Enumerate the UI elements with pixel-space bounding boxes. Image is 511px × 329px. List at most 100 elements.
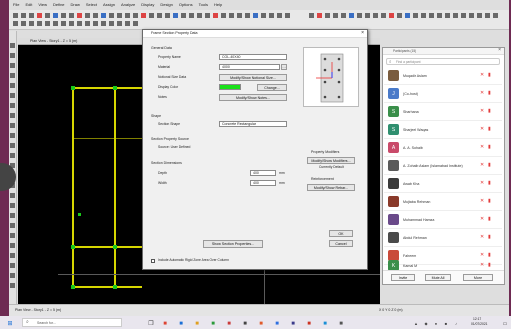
toolbar-icon[interactable] <box>165 13 170 18</box>
toolbar-icon[interactable] <box>125 13 130 18</box>
toolbar-icon[interactable] <box>29 13 34 18</box>
left-toolbar-icon[interactable] <box>10 233 15 238</box>
toolbar-icon[interactable] <box>493 13 498 18</box>
menu-define[interactable]: Define <box>53 3 65 7</box>
taskbar-app-icon[interactable]: ■ <box>240 318 250 329</box>
toolbar-icon[interactable] <box>181 13 186 18</box>
mic-muted-icon[interactable]: ✕ <box>480 263 484 268</box>
toolbar-icon[interactable] <box>93 21 98 26</box>
participant-row[interactable]: A. Zohaib Aslam (Islamabad Institute) ✕ … <box>384 157 502 175</box>
column-point[interactable] <box>71 86 75 90</box>
taskbar-app-icon[interactable]: ■ <box>256 318 266 329</box>
ok-button[interactable]: OK <box>329 230 353 237</box>
taskbar-app-icon[interactable]: ■ <box>176 318 186 329</box>
tray-icon[interactable]: ■ <box>442 318 450 329</box>
left-toolbar-icon[interactable] <box>10 103 15 108</box>
menu-options[interactable]: Options <box>179 3 193 7</box>
video-off-icon[interactable]: ▮ <box>488 91 491 96</box>
toolbar-icon[interactable] <box>477 13 482 18</box>
taskbar-app-icon[interactable]: ■ <box>320 318 330 329</box>
close-icon[interactable]: × <box>498 48 501 53</box>
toolbar-icon[interactable] <box>85 13 90 18</box>
dialog-titlebar[interactable]: Frame Section Property Data × <box>143 30 367 38</box>
invite-button[interactable]: Invite <box>391 274 415 281</box>
taskbar-app-icon[interactable]: ■ <box>304 318 314 329</box>
windows-start-icon[interactable]: ⊞ <box>4 318 16 329</box>
toolbar-icon[interactable] <box>325 13 330 18</box>
mic-muted-icon[interactable]: ✕ <box>480 217 484 222</box>
mic-muted-icon[interactable]: ✕ <box>480 181 484 186</box>
modify-modifiers-button[interactable]: Modify/Show Modifiers... <box>307 157 355 164</box>
width-input[interactable]: 400 <box>250 180 276 186</box>
toolbar-icon[interactable] <box>61 21 66 26</box>
toolbar-icon[interactable] <box>37 21 42 26</box>
mic-muted-icon[interactable]: ✕ <box>480 109 484 114</box>
left-toolbar-icon[interactable] <box>10 43 15 48</box>
toolbar-icon[interactable] <box>101 21 106 26</box>
left-toolbar-icon[interactable] <box>10 273 15 278</box>
participants-search[interactable]: ⌕ Find a participant <box>386 58 500 65</box>
left-toolbar-icon[interactable] <box>10 193 15 198</box>
toolbar-icon[interactable] <box>93 13 98 18</box>
toolbar-icon[interactable] <box>381 13 386 18</box>
modify-notional-button[interactable]: Modify/Show Notional Size... <box>219 74 287 81</box>
change-color-button[interactable]: Change... <box>257 84 287 91</box>
column-point[interactable] <box>71 285 75 289</box>
toolbar-icon[interactable] <box>189 13 194 18</box>
toolbar-icon[interactable] <box>421 13 426 18</box>
tray-icon[interactable]: ♪ <box>452 318 460 329</box>
menu-file[interactable]: File <box>13 3 19 7</box>
video-off-icon[interactable]: ▮ <box>488 235 491 240</box>
toolbar-icon[interactable] <box>333 13 338 18</box>
show-section-properties-button[interactable]: Show Section Properties... <box>203 240 263 248</box>
toolbar-icon[interactable] <box>21 21 26 26</box>
toolbar-icon[interactable] <box>365 13 370 18</box>
left-toolbar-icon[interactable] <box>10 133 15 138</box>
taskbar-app-icon[interactable]: ■ <box>336 318 346 329</box>
toolbar-icon[interactable] <box>413 13 418 18</box>
menu-draw[interactable]: Draw <box>71 3 80 7</box>
left-toolbar-icon[interactable] <box>10 123 15 128</box>
toolbar-icon[interactable] <box>253 13 258 18</box>
material-browse-button[interactable]: … <box>281 64 287 70</box>
toolbar-icon[interactable] <box>341 13 346 18</box>
toolbar-icon[interactable] <box>69 13 74 18</box>
toolbar-icon[interactable] <box>317 13 322 18</box>
menu-view[interactable]: View <box>38 3 47 7</box>
toolbar-icon[interactable] <box>77 21 82 26</box>
mic-muted-icon[interactable]: ✕ <box>480 127 484 132</box>
toolbar-icon[interactable] <box>213 13 218 18</box>
toolbar-icon[interactable] <box>277 13 282 18</box>
shape-select[interactable]: Concrete Rectangular <box>219 121 287 127</box>
tray-icon[interactable]: ◆ <box>422 318 430 329</box>
tray-icon[interactable]: ● <box>432 318 440 329</box>
video-off-icon[interactable]: ▮ <box>488 109 491 114</box>
toolbar-icon[interactable] <box>109 13 114 18</box>
rigid-zone-checkbox[interactable] <box>151 259 155 263</box>
mic-muted-icon[interactable]: ✕ <box>480 145 484 150</box>
video-off-icon[interactable]: ▮ <box>488 73 491 78</box>
left-toolbar-icon[interactable] <box>10 143 15 148</box>
left-toolbar-icon[interactable] <box>10 113 15 118</box>
participant-row[interactable]: S Sharhana ✕ ▮ <box>384 103 502 121</box>
toolbar-icon[interactable] <box>157 13 162 18</box>
close-icon[interactable]: × <box>361 31 364 36</box>
toolbar-icon[interactable] <box>13 13 18 18</box>
toolbar-icon[interactable] <box>125 21 130 26</box>
video-off-icon[interactable]: ▮ <box>488 199 491 204</box>
mic-muted-icon[interactable]: ✕ <box>480 235 484 240</box>
video-off-icon[interactable]: ▮ <box>488 253 491 258</box>
menu-display[interactable]: Display <box>141 3 154 7</box>
video-off-icon[interactable]: ▮ <box>488 127 491 132</box>
toolbar-icon[interactable] <box>397 13 402 18</box>
left-toolbar-icon[interactable] <box>10 243 15 248</box>
menu-analyze[interactable]: Analyze <box>121 3 135 7</box>
taskbar-app-icon[interactable]: ■ <box>288 318 298 329</box>
task-view-icon[interactable]: ❐ <box>146 318 156 329</box>
participant-row[interactable]: A A. A. Sohaib ✕ ▮ <box>384 139 502 157</box>
participant-row[interactable]: Mujtaba Rehman ✕ ▮ <box>384 193 502 211</box>
toolbar-icon[interactable] <box>261 13 266 18</box>
notification-icon[interactable]: ▭ <box>501 318 509 329</box>
menu-tools[interactable]: Tools <box>199 3 208 7</box>
menu-assign[interactable]: Assign <box>103 3 115 7</box>
